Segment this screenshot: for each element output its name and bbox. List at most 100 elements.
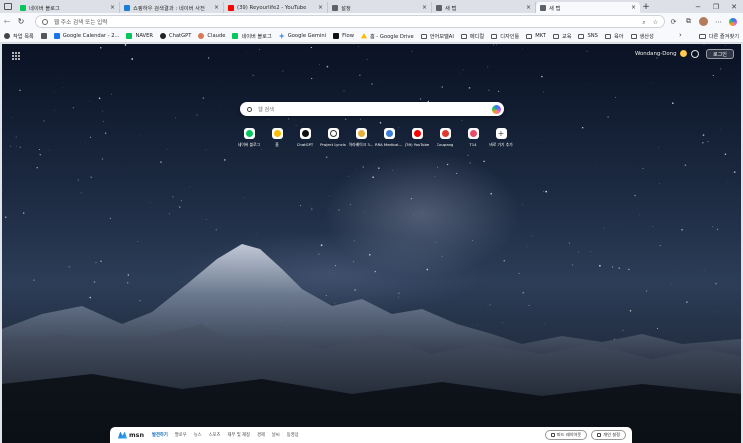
bookmark-favicon-icon [4, 33, 10, 39]
feed-tab[interactable]: 날씨 [272, 432, 280, 438]
minimize-button[interactable]: − [689, 0, 707, 13]
new-tab-page: Wondang-Dong 로그인 웹 검색 네이버 블로그 홈 ChatGPT Pro… [2, 44, 741, 443]
back-button[interactable]: ← [0, 15, 14, 29]
tab-favicon-icon [436, 4, 442, 11]
browser-tab[interactable]: 새 탭 × [432, 2, 536, 13]
close-window-button[interactable]: ✕ [725, 0, 743, 13]
tab-title: 설정 [341, 5, 351, 12]
bookmark-label: 생산성 [639, 33, 654, 40]
quick-link[interactable]: RRA Medical ... [375, 128, 403, 148]
tab-close-icon[interactable]: × [110, 4, 115, 11]
bookmark-item[interactable] [40, 31, 47, 42]
quick-link-tile [271, 128, 283, 139]
drive-icon [360, 33, 367, 39]
bookmark-label: 교육 [561, 33, 572, 40]
tab-actions-button[interactable] [0, 0, 16, 13]
bookmark-overflow-icon[interactable]: › [679, 31, 682, 39]
tab-close-icon[interactable]: × [526, 4, 531, 11]
tab-favicon-icon [20, 4, 26, 11]
favorite-star-icon[interactable]: ☆ [653, 19, 658, 27]
quick-link[interactable]: (39) YouTube [403, 128, 431, 148]
tab-close-icon[interactable]: × [422, 4, 427, 11]
bookmark-folder[interactable]: 디자인툴 [491, 31, 519, 42]
bookmark-item[interactable]: 홈 - Google Drive [360, 31, 414, 42]
feed-tab[interactable]: 경제 [257, 432, 265, 438]
quick-link[interactable]: ChatGPT [291, 128, 319, 148]
browser-tab[interactable]: (39) Reyourlife2 - YouTube × [224, 2, 328, 13]
bookmark-label: Google Gemini [287, 33, 327, 39]
bookmark-folder[interactable]: 육아 [604, 31, 624, 42]
quick-link-label: RRA Medical ... [375, 142, 403, 147]
bookmark-item[interactable]: ChatGPT [159, 31, 192, 42]
bookmark-folder[interactable]: MKT [526, 31, 546, 42]
reload-button[interactable]: ↻ [14, 15, 28, 29]
tab-strip: 네이버 블로그 × 쇼핑하우 검색결과 : 네이버 사전 × (39) Reyourli… [0, 0, 743, 13]
page-settings-icon[interactable] [691, 50, 699, 58]
quick-link[interactable]: 홈 [263, 128, 291, 148]
bookmark-item[interactable]: Google Gemini [278, 31, 327, 42]
browser-tab[interactable]: 네이버 블로그 × [16, 2, 120, 13]
tab-close-icon[interactable]: × [318, 4, 323, 11]
search-icon [247, 106, 252, 112]
quick-link[interactable]: T14 [459, 128, 487, 148]
bookmark-item[interactable]: Claude [198, 31, 225, 42]
weather-widget[interactable]: Wondang-Dong [635, 50, 687, 57]
apps-grid-icon[interactable] [12, 52, 20, 60]
zoom-icon[interactable]: ⌕ [642, 19, 645, 27]
personalize-button[interactable]: 개인 설정 [591, 430, 626, 440]
new-tab-button[interactable]: + [640, 1, 652, 13]
bookmark-item[interactable]: Flow [333, 31, 354, 42]
web-search-input[interactable]: 웹 검색 [240, 102, 504, 116]
browser-tab[interactable]: 새 탭 × [536, 2, 640, 13]
more-menu-icon[interactable]: ⋯ [714, 17, 723, 26]
quick-link-label: 아라베이크 3... [348, 142, 374, 147]
bookmark-folder[interactable]: 생산성 [630, 31, 654, 42]
feed-tab[interactable]: 스포츠 [209, 432, 221, 438]
browser-tab[interactable]: 설정 × [328, 2, 432, 13]
bookmark-item[interactable]: NAVER [126, 31, 153, 42]
address-bar[interactable]: 웹 주소 검색 또는 입력 ⌕ ☆ [35, 15, 665, 28]
bookmark-label: 네이버 블로그 [241, 33, 272, 40]
maximize-button[interactable]: ❐ [707, 0, 725, 13]
feed-tab[interactable]: 동영상 [287, 432, 299, 438]
quick-link-tile [411, 128, 423, 139]
tab-close-icon[interactable]: × [631, 4, 636, 11]
profile-avatar[interactable] [699, 17, 708, 26]
bookmark-item[interactable]: 작업 목록 [4, 31, 34, 42]
feed-layout-button[interactable]: 피드 레이아웃 [544, 430, 588, 440]
feed-tab[interactable]: 재무 및 재정 [227, 432, 250, 438]
copilot-icon[interactable] [492, 104, 501, 114]
copilot-icon[interactable] [729, 17, 737, 26]
refresh-extension-icon[interactable]: ⟳ [669, 17, 678, 26]
login-button[interactable]: 로그인 [706, 49, 734, 59]
browser-tab[interactable]: 쇼핑하우 검색결과 : 네이버 사전 × [120, 2, 224, 13]
site-favicon-icon [441, 130, 449, 137]
bookmark-label: ChatGPT [168, 33, 192, 39]
msn-logo[interactable]: msn [118, 431, 144, 439]
quick-link-label: ChatGPT [296, 142, 314, 147]
site-favicon-icon [301, 130, 309, 137]
bookmark-item[interactable]: Google Calendar - 2... [53, 31, 119, 42]
feed-tab[interactable]: 발견하기 [152, 432, 168, 438]
folder-icon [526, 33, 533, 39]
folder-icon [420, 33, 427, 39]
site-favicon-icon [385, 130, 393, 137]
quick-link-label: Project Lyncis [320, 142, 346, 147]
quick-link[interactable]: 네이버 블로그 [235, 128, 263, 148]
feed-tab[interactable]: 팔로우 [175, 432, 187, 438]
collections-icon[interactable]: ⧉ [684, 17, 693, 26]
feed-tab[interactable]: 뉴스 [194, 432, 202, 438]
bookmark-folder[interactable]: 메디컬 [460, 31, 484, 42]
bookmark-folder[interactable]: SNS [578, 31, 598, 42]
bookmark-item[interactable]: 네이버 블로그 [232, 31, 272, 42]
bookmark-folder[interactable]: 교육 [552, 31, 572, 42]
tab-actions-icon [4, 3, 12, 10]
quick-link-label: 네이버 블로그 [237, 142, 261, 147]
quick-link[interactable]: Project Lyncis [319, 128, 347, 148]
tab-close-icon[interactable]: × [214, 4, 219, 11]
quick-link[interactable]: 아라베이크 3... [347, 128, 375, 148]
bookmark-folder[interactable]: 언어모델AI [420, 31, 454, 42]
quick-link[interactable]: Coupang [431, 128, 459, 148]
other-bookmarks-button[interactable]: 다른 즐겨찾기 [698, 31, 739, 42]
add-shortcut-button[interactable]: + 바로 가기 추가 [487, 128, 515, 148]
